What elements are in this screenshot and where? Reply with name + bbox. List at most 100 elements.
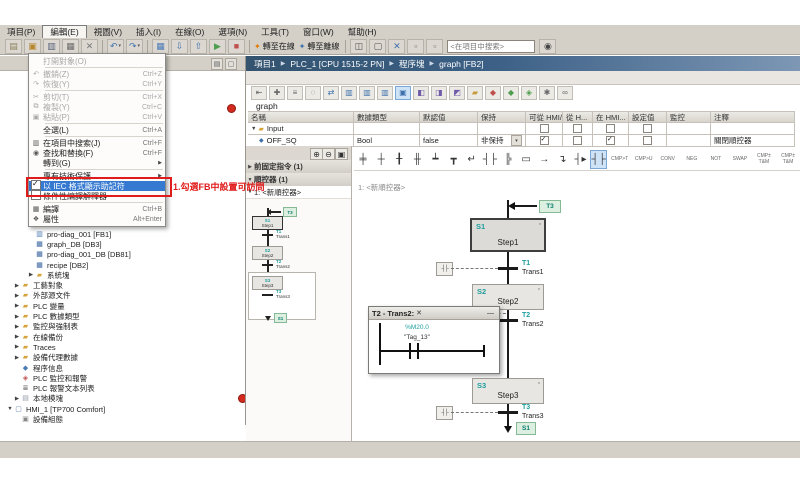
tree-item-17[interactable]: ▶▤本地模塊 (0, 394, 246, 404)
add-row-icon[interactable]: ✚ (269, 86, 285, 100)
breadcrumb-item-1[interactable]: 項目1 (254, 58, 276, 70)
chevron-right-icon[interactable]: ▶ (13, 334, 21, 340)
data-type-cell[interactable]: Bool (354, 135, 420, 147)
chevron-down-icon[interactable]: ▼ (6, 406, 14, 412)
tree-item-7[interactable]: ▶▰外部源文件 (0, 291, 246, 301)
open-simultaneous-branch-icon[interactable]: ╠ (500, 150, 516, 169)
compile-icon[interactable]: ▦ (152, 39, 169, 54)
entry-transition-label[interactable]: T3 (539, 200, 561, 213)
chevron-right-icon[interactable]: ▶ (13, 355, 21, 361)
tree-item-15[interactable]: ◈PLC 監控和報警 (0, 373, 246, 383)
step-actions-icon[interactable]: ▫ (538, 286, 540, 293)
save-project-icon[interactable]: ▥ (43, 39, 60, 54)
visible-in-hmi-checkbox[interactable] (606, 136, 615, 145)
upload-icon[interactable]: ⇧ (190, 39, 207, 54)
menubar-item-6[interactable]: 選項(N) (211, 26, 254, 38)
empty-box-icon[interactable]: ▭ (518, 150, 534, 169)
graph-canvas[interactable]: 1: <新順控器> T3 S1 ▫ Step1 ┤├ T1 Trans1 S2 … (352, 172, 800, 442)
tree-item-5[interactable]: ▶▰系統塊 (0, 270, 246, 280)
stop-cpu-icon[interactable]: ■ (228, 39, 245, 54)
menubar-item-9[interactable]: 幫助(H) (341, 26, 384, 38)
column-header-4[interactable]: 保持 (478, 111, 526, 123)
menubar-item-7[interactable]: 工具(T) (254, 26, 296, 38)
tree-item-19[interactable]: ▣設備組態 (0, 414, 246, 424)
accessible-devices-icon[interactable]: ◫ (350, 39, 367, 54)
edit-menu-item-12[interactable]: ▥在項目中搜索(J)Ctrl+F (29, 138, 165, 148)
insert-transition-icon[interactable]: ┼ (373, 150, 389, 169)
minimap-transition-t2[interactable] (262, 264, 273, 266)
group-name-cell[interactable]: ▼▰Input (248, 123, 354, 135)
undo-icon[interactable]: ↶▾ (107, 39, 124, 54)
menubar-item-5[interactable]: 在線(O) (168, 26, 211, 38)
setpoint-checkbox-cell[interactable] (629, 135, 667, 147)
keep-layout-icon[interactable]: ▣ (395, 86, 411, 100)
contact-tag-name[interactable]: "Tag_13" (377, 334, 457, 341)
chevron-right-icon[interactable]: ▶ (13, 344, 21, 350)
column-header-2[interactable]: 數據類型 (354, 111, 420, 123)
minimap-transition-t1[interactable] (262, 234, 273, 236)
visible-in-hmi-checkbox-cell[interactable] (593, 135, 629, 147)
tree-item-2[interactable]: ▦graph_DB [DB3] (0, 239, 246, 249)
contact-operand[interactable]: %M20.0 (377, 324, 457, 331)
chevron-right-icon[interactable]: ▶ (13, 283, 21, 289)
jump-right-icon[interactable]: → (536, 150, 552, 169)
close-branch-icon[interactable]: ↵ (464, 150, 480, 169)
tree-item-6[interactable]: ▶▰工藝對象 (0, 281, 246, 291)
transition-t3[interactable] (498, 411, 518, 414)
graph-instruction-button-2[interactable]: CMP>U (633, 151, 655, 168)
insert-step-transition-pair-icon[interactable]: ╫ (409, 150, 425, 169)
jump-target-label[interactable]: S1 (516, 422, 536, 435)
writable-from-hmi-checkbox[interactable] (573, 136, 582, 145)
chevron-right-icon[interactable]: ▶ (13, 396, 21, 402)
column-header-6[interactable]: 從 H... (563, 111, 593, 123)
nav-section-permanent-pre[interactable]: ▶ 前固定指令 (1) (246, 160, 351, 174)
transition-t1[interactable] (498, 267, 518, 270)
tree-item-8[interactable]: ▶▰PLC 變量 (0, 301, 246, 311)
chevron-right-icon[interactable]: ▶ (13, 324, 21, 330)
edit-menu-item-13[interactable]: ◉查找和替換(F)Ctrl+F (29, 148, 165, 158)
tree-item-1[interactable]: ▥pro-diag_001 [FB1] (0, 229, 246, 239)
graph-instruction-button-4[interactable]: NEG (681, 151, 703, 168)
zoom-out-icon[interactable]: ⊖ (322, 148, 335, 160)
cross-reference-icon[interactable]: ✕ (388, 39, 405, 54)
column-header-3[interactable]: 默認值 (420, 111, 478, 123)
supervision-cell[interactable] (667, 135, 711, 147)
accessible-from-hmi-checkbox-cell[interactable] (526, 135, 563, 147)
start-cpu-icon[interactable]: ▶ (209, 39, 226, 54)
breadcrumb-item-3[interactable]: 程序塊 (399, 58, 425, 70)
tree-collapse-icon[interactable]: ▢ (225, 58, 237, 70)
open-project-icon[interactable]: ▣ (24, 39, 41, 54)
chevron-right-icon[interactable]: ▶ (13, 303, 21, 309)
tree-item-11[interactable]: ▶▰在線備份 (0, 332, 246, 342)
tree-item-14[interactable]: ◆程序信息 (0, 363, 246, 373)
redo-icon[interactable]: ↷▾ (126, 39, 143, 54)
link-icon[interactable]: ∞ (557, 86, 573, 100)
graph-instruction-button-6[interactable]: SWAP (729, 151, 751, 168)
transition-condition-preview-icon[interactable]: ┤├ (436, 406, 453, 420)
comment-cell[interactable]: 關閉順控器 (711, 135, 795, 147)
edit-menu-item-20[interactable]: ▦編譯Ctrl+B (29, 204, 165, 214)
graph-instruction-button-8[interactable]: CMP±T&M (777, 151, 799, 168)
settings-icon[interactable]: ✱ (539, 86, 555, 100)
tree-item-16[interactable]: ≣PLC 報警文本列表 (0, 384, 246, 394)
column-header-8[interactable]: 設定值 (629, 111, 667, 123)
setpoint-checkbox[interactable] (643, 136, 652, 145)
menubar-item-8[interactable]: 窗口(W) (296, 26, 341, 38)
chevron-right-icon[interactable]: ▶ (13, 293, 21, 299)
copy-snapshot-icon[interactable]: ⇄ (323, 86, 339, 100)
writable-from-hmi-checkbox-cell[interactable] (563, 135, 593, 147)
edit-menu-item-1[interactable]: 打開對象(O) (29, 56, 165, 66)
go-online-small-icon[interactable]: ◆ (485, 86, 501, 100)
new-project-icon[interactable]: ▤ (5, 39, 22, 54)
expand-network-icon[interactable]: ◧ (413, 86, 429, 100)
minimap-step-s2[interactable]: S2Step2 (252, 246, 283, 260)
step-actions-icon[interactable]: ▫ (539, 221, 541, 228)
project-search-input[interactable] (447, 40, 535, 53)
graph-instruction-button-7[interactable]: CMP±T&M (753, 151, 775, 168)
sequence-end-icon[interactable]: ┷ (427, 150, 443, 169)
insert-step-and-transition-icon[interactable]: ╪ (355, 150, 371, 169)
block-interface3-icon[interactable]: ▥ (377, 86, 393, 100)
split-editor-vertical-icon[interactable]: ▫ (426, 39, 443, 54)
edit-menu-item-10[interactable]: 全選(L)Ctrl+A (29, 125, 165, 135)
graph-instruction-button-1[interactable]: CMP>T (609, 151, 631, 168)
